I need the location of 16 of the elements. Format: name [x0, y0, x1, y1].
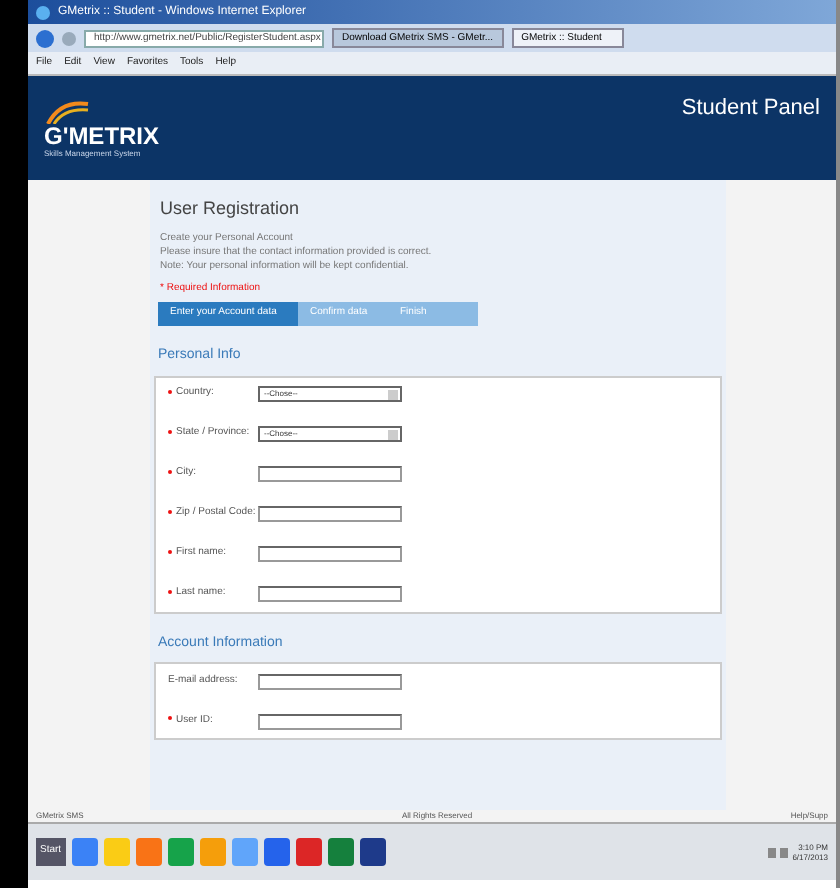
input-field[interactable] — [258, 713, 402, 729]
logo-text: G'METRIX — [44, 123, 160, 147]
input-field[interactable] — [258, 586, 402, 602]
browser-icon — [36, 5, 50, 19]
taskbar-app-icon[interactable] — [327, 838, 354, 866]
page-title: User Registration — [160, 196, 302, 222]
input-field[interactable] — [258, 466, 402, 482]
input-field[interactable] — [258, 546, 402, 562]
taskbar-app-icon[interactable] — [263, 838, 290, 866]
input-field[interactable] — [258, 673, 402, 689]
taskbar-app-icon[interactable] — [295, 838, 322, 866]
input-field[interactable] — [258, 506, 402, 522]
back-icon[interactable] — [36, 29, 54, 47]
taskbar-app-icon[interactable] — [359, 838, 386, 866]
panel-title: Student Panel — [681, 94, 820, 124]
logo-swoosh-icon — [44, 99, 92, 123]
